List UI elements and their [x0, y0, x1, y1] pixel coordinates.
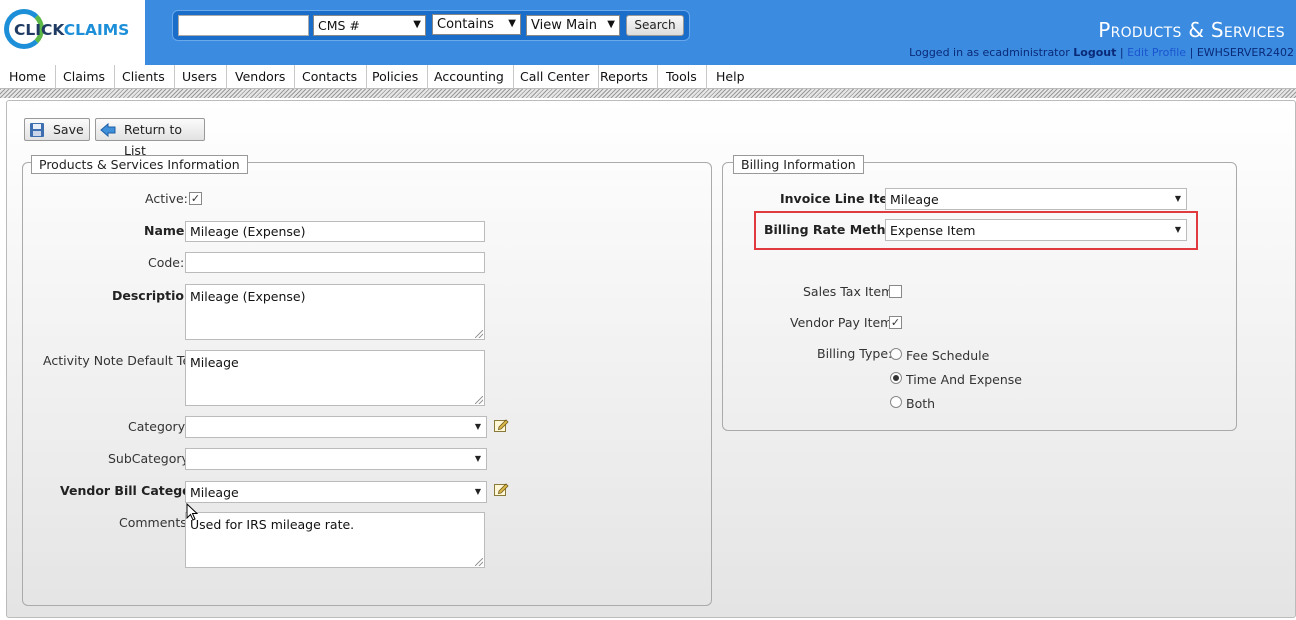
- search-bar: CMS # ▼ Contains ▼ View Main ▼ Search: [172, 10, 690, 41]
- app-header: CLICKCLAIMS CMS # ▼ Contains ▼ View Main…: [0, 0, 1296, 65]
- resize-grip-icon[interactable]: [475, 558, 483, 566]
- code-field[interactable]: [185, 252, 485, 273]
- billing-type-option-both[interactable]: Both: [906, 396, 935, 411]
- nav-item-help[interactable]: Help: [707, 65, 754, 89]
- chevron-down-icon: ▼: [607, 19, 615, 30]
- search-field-value: CMS #: [318, 18, 360, 33]
- resize-grip-icon[interactable]: [475, 396, 483, 404]
- billing-type-option-fee-schedule[interactable]: Fee Schedule: [906, 348, 989, 363]
- billing-rate-method-value: Expense Item: [890, 223, 976, 238]
- vendor-bill-category-value: Mileage: [190, 485, 239, 500]
- chevron-down-icon: ▼: [1174, 194, 1182, 203]
- mouse-cursor-icon: [186, 503, 199, 521]
- vendor-pay-item-label: Vendor Pay Item:: [790, 315, 897, 330]
- vendor-pay-item-checkbox[interactable]: ✓: [889, 316, 902, 329]
- comments-label: Comments:: [119, 515, 191, 530]
- invoice-line-item-select[interactable]: Mileage ▼: [885, 188, 1187, 210]
- subcategory-label: SubCategory:: [108, 451, 193, 466]
- chevron-down-icon: ▼: [413, 19, 421, 30]
- name-label: Name:: [144, 223, 190, 238]
- back-arrow-icon: [100, 122, 116, 138]
- nav-item-call-center[interactable]: Call Center: [511, 65, 600, 89]
- chevron-down-icon: ▼: [474, 454, 482, 463]
- main-nav: Home Claims Clients Users Vendors Contac…: [0, 65, 1296, 89]
- return-to-list-button[interactable]: Return to List: [95, 118, 205, 158]
- logout-link[interactable]: Logout: [1073, 46, 1116, 59]
- comments-value: Used for IRS mileage rate.: [190, 517, 355, 532]
- edit-vendor-bill-category-icon[interactable]: [494, 482, 509, 496]
- description-value: Mileage (Expense): [190, 289, 306, 304]
- activity-note-value: Mileage: [190, 355, 239, 370]
- resize-grip-icon[interactable]: [475, 330, 483, 338]
- save-button[interactable]: Save: [24, 118, 90, 141]
- billing-info-legend: Billing Information: [733, 155, 864, 174]
- edit-category-icon[interactable]: [494, 418, 509, 432]
- save-label: Save: [53, 122, 84, 137]
- search-button[interactable]: Search: [626, 15, 684, 36]
- nav-item-users[interactable]: Users: [173, 65, 228, 89]
- nav-divider: [0, 89, 1296, 98]
- login-status: Logged in as ecadministrator Logout | Ed…: [909, 46, 1294, 59]
- chevron-down-icon: ▼: [474, 487, 482, 496]
- subcategory-select[interactable]: ▼: [185, 448, 487, 470]
- search-field-select[interactable]: CMS # ▼: [313, 15, 426, 36]
- billing-type-option-time-and-expense[interactable]: Time And Expense: [906, 372, 1022, 387]
- vendor-bill-category-select[interactable]: Mileage ▼: [185, 481, 487, 503]
- name-field[interactable]: Mileage (Expense): [185, 221, 485, 242]
- edit-profile-link[interactable]: Edit Profile: [1127, 46, 1186, 59]
- server-name: EWHSERVER2402: [1196, 46, 1294, 59]
- products-info-legend: Products & Services Information: [31, 155, 248, 174]
- nav-item-claims[interactable]: Claims: [54, 65, 116, 89]
- page-title: Products & Services: [1098, 18, 1285, 42]
- activity-note-field[interactable]: Mileage: [185, 350, 485, 406]
- match-type-select[interactable]: Contains ▼: [432, 14, 521, 35]
- nav-item-policies[interactable]: Policies: [363, 65, 429, 89]
- sales-tax-item-checkbox[interactable]: [889, 285, 902, 298]
- nav-item-home[interactable]: Home: [0, 65, 56, 89]
- invoice-line-item-value: Mileage: [890, 192, 939, 207]
- category-label: Category:: [128, 419, 189, 434]
- activity-note-label: Activity Note Default Text:: [43, 353, 207, 368]
- nav-item-clients[interactable]: Clients: [113, 65, 175, 89]
- billing-rate-method-select[interactable]: Expense Item ▼: [885, 219, 1187, 241]
- login-text: Logged in as ecadministrator: [909, 46, 1070, 59]
- logo[interactable]: CLICKCLAIMS: [0, 0, 145, 65]
- match-type-value: Contains: [437, 17, 494, 32]
- save-icon: [30, 123, 44, 137]
- nav-item-contacts[interactable]: Contacts: [293, 65, 368, 89]
- nav-item-vendors[interactable]: Vendors: [226, 65, 296, 89]
- billing-type-radio-both[interactable]: [890, 396, 902, 408]
- code-label: Code:: [148, 255, 185, 270]
- logo-text: CLICKCLAIMS: [14, 21, 130, 39]
- billing-type-radio-time-and-expense[interactable]: [890, 372, 902, 384]
- view-value: View Main: [531, 18, 598, 33]
- nav-item-tools[interactable]: Tools: [657, 65, 707, 89]
- nav-item-accounting[interactable]: Accounting: [425, 65, 514, 89]
- comments-field[interactable]: Used for IRS mileage rate.: [185, 512, 485, 568]
- nav-item-reports[interactable]: Reports: [591, 65, 658, 89]
- chevron-down-icon: ▼: [474, 422, 482, 431]
- sales-tax-item-label: Sales Tax Item:: [803, 284, 898, 299]
- active-checkbox[interactable]: ✓: [189, 192, 202, 205]
- chevron-down-icon: ▼: [508, 18, 516, 29]
- category-select[interactable]: ▼: [185, 416, 487, 438]
- search-input[interactable]: [178, 15, 309, 36]
- active-label: Active:: [145, 191, 188, 206]
- billing-type-label: Billing Type:: [817, 346, 893, 361]
- chevron-down-icon: ▼: [1174, 225, 1182, 234]
- description-field[interactable]: Mileage (Expense): [185, 284, 485, 340]
- view-select[interactable]: View Main ▼: [526, 15, 620, 36]
- billing-type-radio-fee-schedule[interactable]: [890, 348, 902, 360]
